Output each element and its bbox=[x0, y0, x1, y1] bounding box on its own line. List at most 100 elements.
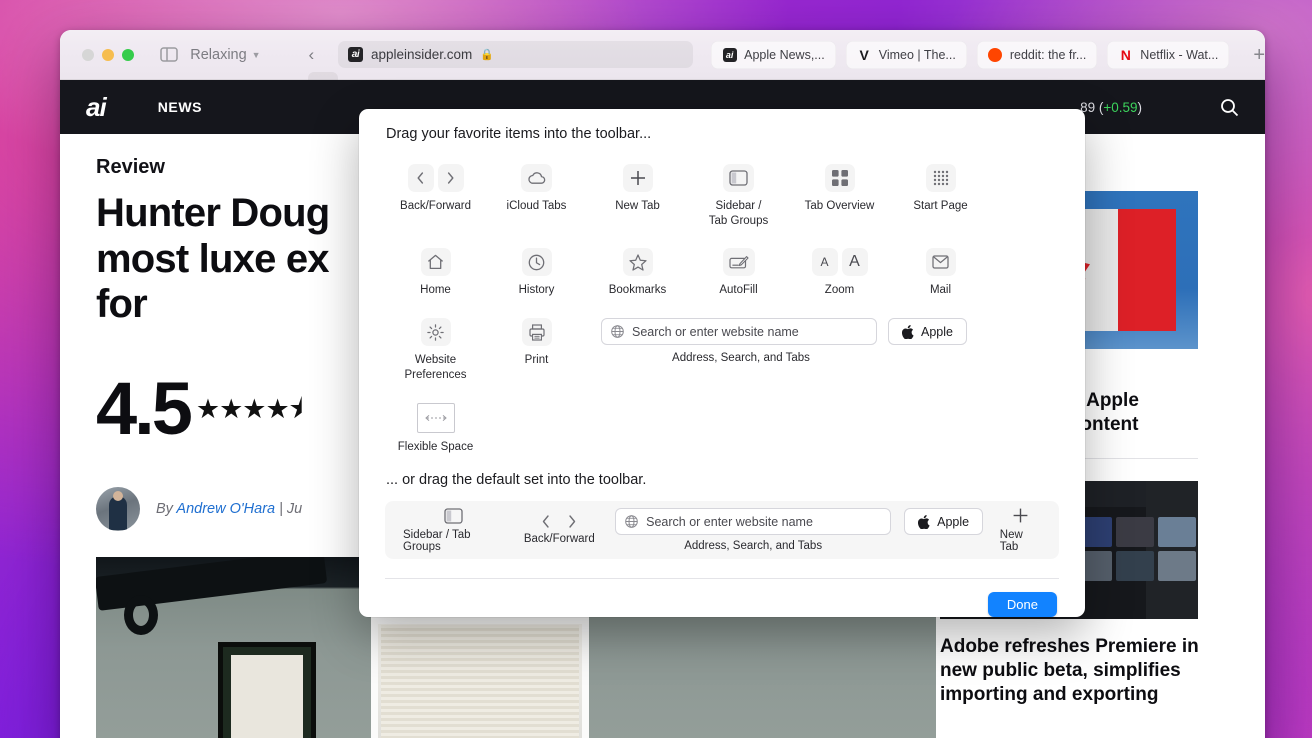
back-chevron-icon bbox=[407, 164, 434, 192]
palette-row: Website Preferences Print Search or ente… bbox=[385, 306, 1059, 382]
default-apple-button[interactable]: Apple bbox=[904, 508, 984, 536]
appleinsider-favicon-icon: ai bbox=[722, 47, 737, 62]
palette-item-label: Bookmarks bbox=[608, 284, 667, 297]
palette-item-home[interactable]: Home bbox=[385, 236, 486, 298]
globe-icon bbox=[625, 515, 638, 528]
rating-number: 4.5 bbox=[96, 366, 193, 450]
sheet-subtitle: ... or drag the default set into the too… bbox=[386, 472, 647, 489]
default-item-label: Sidebar / Tab Groups bbox=[403, 528, 471, 553]
palette-item-start-page[interactable]: Start Page bbox=[890, 152, 991, 228]
tab-group-selector[interactable]: Relaxing ▼ bbox=[190, 47, 260, 63]
photo-poster-frame bbox=[218, 642, 316, 738]
palette-item-label: Back/Forward bbox=[400, 200, 471, 212]
flag-red-right bbox=[1118, 209, 1176, 331]
palette-item-autofill[interactable]: AutoFill bbox=[688, 236, 789, 298]
palette-item-print[interactable]: Print bbox=[486, 306, 587, 382]
palette-item-history[interactable]: History bbox=[486, 236, 587, 298]
palette-item-tab-overview[interactable]: Tab Overview bbox=[789, 152, 890, 228]
nav-item-news[interactable]: NEWS bbox=[158, 99, 202, 115]
tab-title: reddit: the fr... bbox=[1009, 47, 1087, 62]
zoom-out-small-a-icon: A bbox=[811, 248, 838, 277]
netflix-favicon-icon: N bbox=[1120, 46, 1131, 63]
address-bar[interactable]: ai appleinsider.com 🔒 bbox=[337, 41, 694, 68]
sidebar-toggle-icon[interactable] bbox=[156, 44, 181, 66]
gear-icon bbox=[420, 318, 451, 347]
close-button[interactable] bbox=[82, 48, 94, 61]
done-button[interactable]: Done bbox=[987, 592, 1057, 617]
clip-thumb bbox=[1158, 517, 1196, 548]
back-button[interactable]: ‹ bbox=[301, 45, 322, 65]
clip-thumb bbox=[1116, 551, 1154, 582]
browser-tab[interactable]: N Netflix - Wat... bbox=[1107, 40, 1230, 69]
default-item-address-field[interactable]: Search or enter website name Address, Se… bbox=[615, 508, 892, 553]
palette-item-label: Sidebar / Tab Groups bbox=[708, 200, 769, 227]
toolbar-items-palette: Back/Forward iCloud Tabs New Tab Sidebar… bbox=[359, 142, 1085, 454]
address-field-placeholder: Search or enter website name bbox=[632, 324, 799, 339]
browser-tab[interactable]: reddit: the fr... bbox=[976, 40, 1098, 69]
tab-group-label: Relaxing bbox=[190, 46, 247, 63]
zoom-aa-icon: A A bbox=[811, 248, 868, 277]
default-item-apple[interactable]: Apple bbox=[904, 508, 984, 536]
forward-chevron-icon bbox=[437, 164, 464, 192]
palette-item-label: History bbox=[518, 284, 555, 297]
default-address-field[interactable]: Search or enter website name bbox=[615, 508, 892, 536]
printer-icon bbox=[521, 318, 552, 347]
author-avatar bbox=[96, 487, 140, 532]
default-item-back-forward[interactable]: Back/Forward bbox=[524, 515, 595, 545]
palette-item-label: Flexible Space bbox=[397, 440, 474, 453]
palette-item-sidebar-tab-groups[interactable]: Sidebar / Tab Groups bbox=[688, 152, 789, 228]
palette-item-label: Zoom bbox=[824, 284, 855, 297]
lock-icon: 🔒 bbox=[480, 49, 494, 61]
stock-ticker: .89 (+0.59) bbox=[1076, 100, 1142, 115]
palette-item-label: iCloud Tabs bbox=[506, 200, 567, 212]
default-toolbar-set[interactable]: Sidebar / Tab Groups Back/Forward Search… bbox=[385, 501, 1059, 559]
browser-tab[interactable]: V Vimeo | The... bbox=[845, 40, 967, 69]
safari-window: Relaxing ▼ + ‹ ai appleinsider.com 🔒 ai … bbox=[60, 30, 1265, 738]
default-item-label: New Tab bbox=[999, 529, 1023, 554]
palette-row: Back/Forward iCloud Tabs New Tab Sidebar… bbox=[385, 152, 1059, 228]
address-bar-url: appleinsider.com bbox=[370, 47, 473, 62]
apple-logo-icon bbox=[918, 514, 930, 529]
site-logo[interactable]: ai bbox=[86, 92, 107, 123]
plus-icon bbox=[1012, 507, 1029, 524]
default-item-label: Address, Search, and Tabs bbox=[684, 540, 823, 553]
palette-item-zoom[interactable]: A A Zoom bbox=[789, 236, 890, 298]
search-icon[interactable] bbox=[1220, 98, 1239, 117]
clock-icon bbox=[521, 248, 552, 277]
palette-item-address-search-tabs[interactable]: Search or enter website name Apple Addre… bbox=[601, 306, 967, 382]
window-controls bbox=[60, 48, 134, 61]
default-item-sidebar[interactable]: Sidebar / Tab Groups bbox=[403, 508, 503, 553]
byline-author-link[interactable]: Andrew O'Hara bbox=[176, 501, 275, 517]
apple-logo-icon bbox=[902, 324, 914, 339]
default-item-new-tab[interactable]: New Tab bbox=[1000, 507, 1041, 553]
palette-item-flexible-space[interactable]: Flexible Space bbox=[385, 391, 486, 455]
site-favicon-icon: ai bbox=[347, 47, 363, 62]
palette-item-back-forward[interactable]: Back/Forward bbox=[385, 152, 486, 228]
palette-item-new-tab[interactable]: New Tab bbox=[587, 152, 688, 228]
palette-item-label: Start Page bbox=[913, 200, 968, 212]
ticker-close: ) bbox=[1137, 99, 1143, 115]
sidebar-icon bbox=[723, 164, 754, 192]
minimize-button[interactable] bbox=[102, 48, 114, 61]
clip-thumb bbox=[1158, 551, 1196, 582]
ticker-change: +0.59 bbox=[1103, 99, 1138, 115]
new-tab-button[interactable]: + bbox=[1253, 45, 1265, 65]
palette-item-label: Tab Overview bbox=[804, 200, 875, 212]
story-headline-2[interactable]: Adobe refreshes Premiere in new public b… bbox=[940, 635, 1216, 706]
apple-bookmark-button[interactable]: Apple bbox=[888, 318, 967, 346]
maximize-button[interactable] bbox=[122, 48, 134, 61]
flexible-space-icon bbox=[416, 402, 455, 433]
browser-tab[interactable]: ai Apple News,... bbox=[711, 40, 836, 69]
address-field-sample[interactable]: Search or enter website name bbox=[601, 318, 877, 346]
palette-item-icloud-tabs[interactable]: iCloud Tabs bbox=[486, 152, 587, 228]
palette-item-bookmarks[interactable]: Bookmarks bbox=[587, 236, 688, 298]
palette-row: Flexible Space bbox=[385, 391, 1059, 455]
palette-item-mail[interactable]: Mail bbox=[890, 236, 991, 298]
palette-item-website-preferences[interactable]: Website Preferences bbox=[385, 306, 486, 382]
palette-item-label: AutoFill bbox=[719, 284, 758, 297]
rating-stars: ★★★★⯨ bbox=[195, 394, 303, 425]
photo-hook bbox=[124, 595, 158, 636]
tab-overview-icon bbox=[824, 164, 855, 192]
sidebar-icon bbox=[444, 508, 463, 524]
byline-date: | Ju bbox=[275, 501, 303, 518]
